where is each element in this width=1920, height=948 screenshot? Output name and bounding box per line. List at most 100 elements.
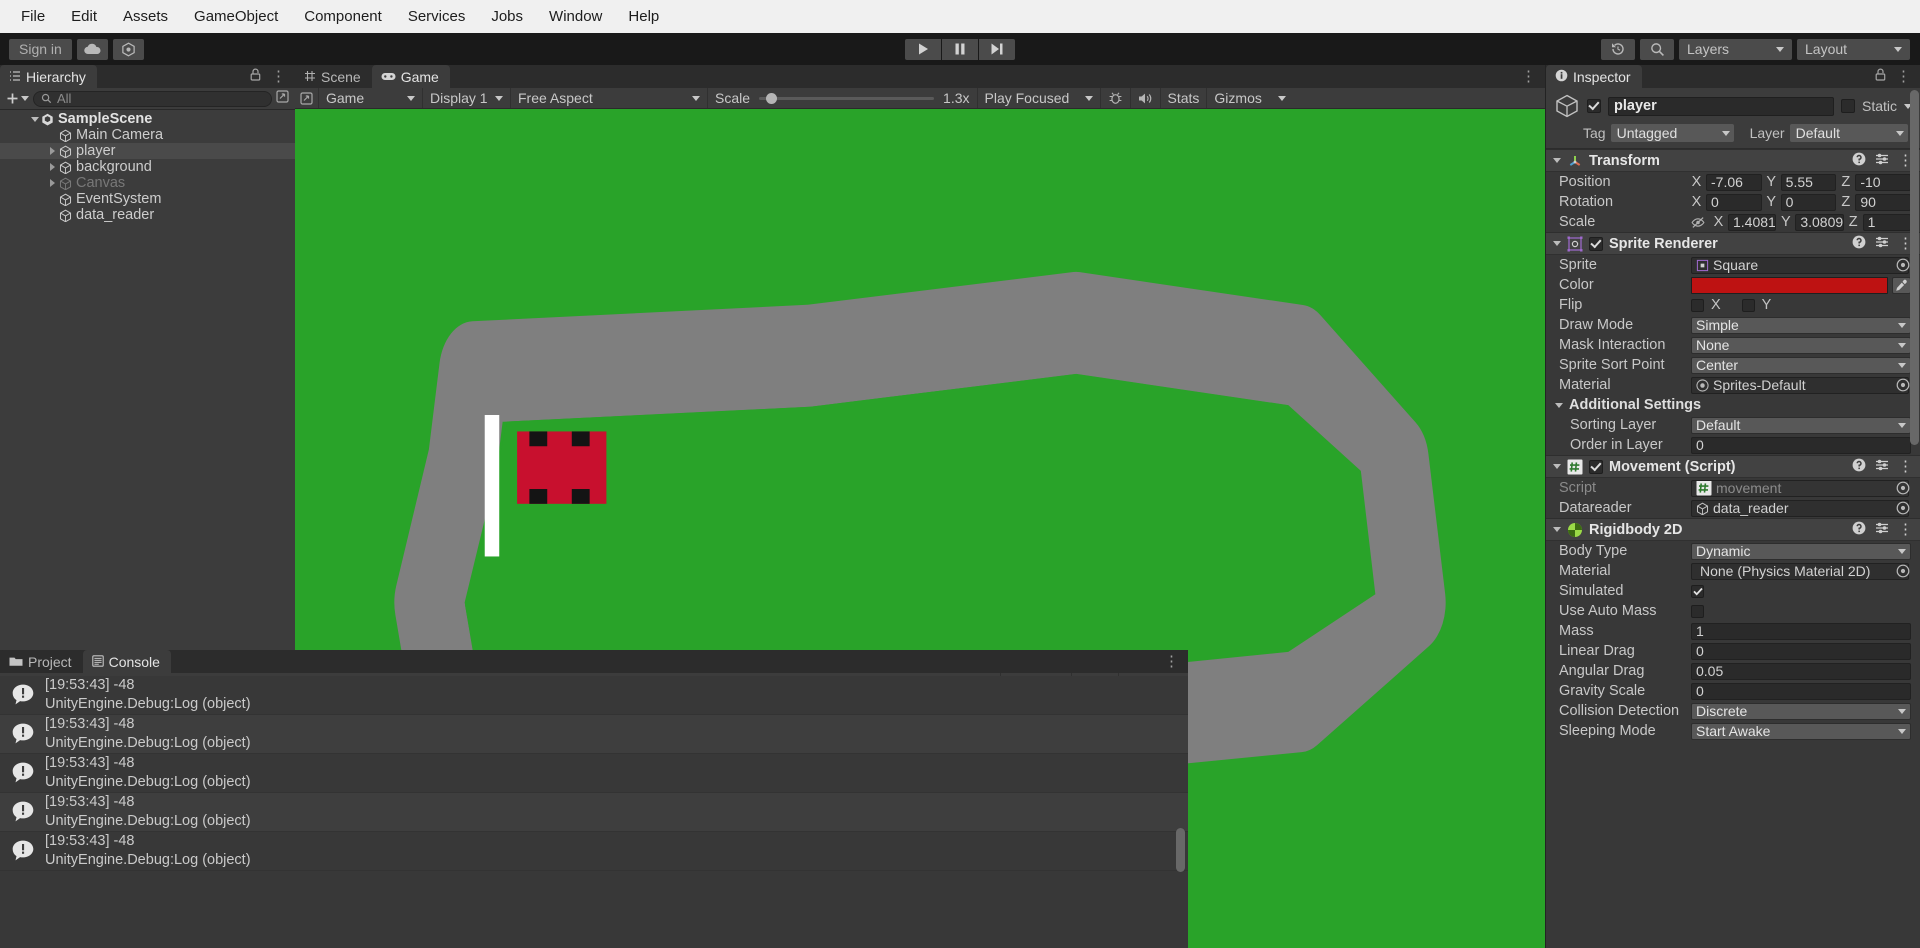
property-text-field[interactable]: 0.05 <box>1691 663 1911 680</box>
property-text-field[interactable]: 0 <box>1691 643 1911 660</box>
flip-y-checkbox[interactable] <box>1742 299 1755 312</box>
component-enabled-checkbox[interactable] <box>1589 237 1603 251</box>
help-icon[interactable] <box>1852 152 1866 170</box>
hierarchy-search-input[interactable]: All <box>33 91 272 107</box>
lock-icon[interactable] <box>250 68 261 85</box>
object-field[interactable]: Sprites-Default <box>1691 377 1909 394</box>
section-header-additional-settings[interactable]: Additional Settings <box>1546 395 1920 415</box>
object-picker-icon[interactable] <box>1894 480 1911 497</box>
chevron-down-icon[interactable] <box>28 117 41 122</box>
eyedropper-icon[interactable] <box>1892 277 1911 294</box>
panel-menu-icon[interactable]: ⋮ <box>1896 72 1911 81</box>
property-dropdown[interactable]: Center <box>1691 357 1911 374</box>
aspect-ratio-dropdown[interactable]: Free Aspect <box>511 88 708 108</box>
panel-menu-icon[interactable]: ⋮ <box>1164 657 1179 666</box>
console-log-entry[interactable]: [19:53:43] -48UnityEngine.Debug:Log (obj… <box>0 754 1188 793</box>
inspector-scrollbar[interactable] <box>1910 90 1919 445</box>
object-picker-icon[interactable] <box>1894 500 1911 517</box>
preset-icon[interactable] <box>1875 152 1889 170</box>
component-header[interactable]: Sprite Renderer⋮ <box>1546 232 1920 255</box>
field-y[interactable]: 5.55 <box>1781 174 1837 191</box>
property-dropdown[interactable]: Dynamic <box>1691 543 1911 560</box>
console-scrollbar[interactable] <box>1176 828 1185 872</box>
chevron-right-icon[interactable] <box>46 179 59 187</box>
field-y[interactable]: 3.08095 <box>1795 214 1843 231</box>
menu-item-gameobject[interactable]: GameObject <box>181 0 291 33</box>
object-picker-icon[interactable] <box>1894 377 1911 394</box>
field-x[interactable]: -7.06 <box>1706 174 1762 191</box>
search-icon[interactable] <box>1640 39 1674 60</box>
console-log-entry[interactable]: [19:53:43] -48UnityEngine.Debug:Log (obj… <box>0 793 1188 832</box>
cloud-icon[interactable] <box>77 39 108 60</box>
field-y[interactable]: 0 <box>1781 194 1837 211</box>
sign-in-button[interactable]: Sign in <box>9 39 72 60</box>
object-picker-icon[interactable] <box>1894 257 1911 274</box>
chevron-right-icon[interactable] <box>46 163 59 171</box>
property-dropdown[interactable]: Default <box>1691 417 1911 434</box>
field-z[interactable]: -10 <box>1855 174 1911 191</box>
mute-audio-icon[interactable] <box>1131 88 1161 108</box>
menu-item-services[interactable]: Services <box>395 0 479 33</box>
property-checkbox[interactable] <box>1691 585 1704 598</box>
preset-icon[interactable] <box>1875 458 1889 476</box>
maximize-on-play-toggle[interactable] <box>295 88 319 108</box>
panel-menu-icon[interactable]: ⋮ <box>1521 72 1536 81</box>
console-log-entry[interactable]: [19:53:43] -48UnityEngine.Debug:Log (obj… <box>0 676 1188 715</box>
game-mode-dropdown[interactable]: Game <box>319 88 423 108</box>
gameobject-name-input[interactable]: player <box>1608 97 1834 116</box>
tab-inspector[interactable]: Inspector <box>1546 65 1642 88</box>
component-header[interactable]: Transform⋮ <box>1546 149 1920 172</box>
field-x[interactable]: 0 <box>1706 194 1762 211</box>
object-field[interactable]: None (Physics Material 2D) <box>1691 563 1909 580</box>
menu-item-assets[interactable]: Assets <box>110 0 181 33</box>
menu-item-file[interactable]: File <box>8 0 58 33</box>
scale-slider-track[interactable] <box>759 97 934 100</box>
component-enabled-checkbox[interactable] <box>1589 460 1603 474</box>
property-text-field[interactable]: 1 <box>1691 623 1911 640</box>
property-dropdown[interactable]: None <box>1691 337 1911 354</box>
component-menu-icon[interactable]: ⋮ <box>1898 462 1913 471</box>
unity-services-icon[interactable] <box>113 39 144 60</box>
property-checkbox[interactable] <box>1691 605 1704 618</box>
flip-x-checkbox[interactable] <box>1691 299 1704 312</box>
property-text-field[interactable]: 0 <box>1691 437 1911 454</box>
tab-scene[interactable]: Scene <box>295 65 372 88</box>
lock-icon[interactable] <box>1875 68 1886 85</box>
menu-item-component[interactable]: Component <box>291 0 395 33</box>
step-button[interactable] <box>979 39 1015 60</box>
object-field[interactable]: Square <box>1691 257 1909 274</box>
component-header[interactable]: Rigidbody 2D⋮ <box>1546 518 1920 541</box>
property-dropdown[interactable]: Discrete <box>1691 703 1911 720</box>
play-mode-dropdown[interactable]: Play Focused <box>978 88 1101 108</box>
component-menu-icon[interactable]: ⋮ <box>1898 525 1913 534</box>
panel-menu-icon[interactable]: ⋮ <box>271 72 286 81</box>
layout-dropdown[interactable]: Layout <box>1797 39 1910 60</box>
object-field[interactable]: data_reader <box>1691 500 1909 517</box>
menu-item-jobs[interactable]: Jobs <box>478 0 536 33</box>
menu-item-edit[interactable]: Edit <box>58 0 110 33</box>
property-dropdown[interactable]: Simple <box>1691 317 1911 334</box>
chevron-down-icon[interactable] <box>1553 464 1561 469</box>
tab-hierarchy[interactable]: Hierarchy <box>0 65 97 88</box>
property-dropdown[interactable]: Start Awake <box>1691 723 1911 740</box>
preset-icon[interactable] <box>1875 235 1889 253</box>
hierarchy-item-main-camera[interactable]: Main Camera <box>0 127 295 143</box>
hierarchy-filter-icon[interactable] <box>276 90 289 107</box>
hierarchy-item-samplescene[interactable]: SampleScene <box>0 111 295 127</box>
menu-item-window[interactable]: Window <box>536 0 615 33</box>
tab-game[interactable]: Game <box>372 65 450 88</box>
scale-lock-icon[interactable] <box>1691 216 1705 229</box>
console-log-list[interactable]: [19:53:43] -48UnityEngine.Debug:Log (obj… <box>0 676 1188 948</box>
play-button[interactable] <box>905 39 941 60</box>
pause-button[interactable] <box>942 39 978 60</box>
tag-dropdown[interactable]: Untagged <box>1611 124 1734 142</box>
debug-icon[interactable] <box>1101 88 1131 108</box>
console-log-entry[interactable]: [19:53:43] -48UnityEngine.Debug:Log (obj… <box>0 715 1188 754</box>
hierarchy-item-eventsystem[interactable]: EventSystem <box>0 191 295 207</box>
chevron-down-icon[interactable] <box>1553 158 1561 163</box>
hierarchy-item-canvas[interactable]: Canvas <box>0 175 295 191</box>
hierarchy-item-background[interactable]: background <box>0 159 295 175</box>
field-z[interactable]: 90 <box>1855 194 1911 211</box>
help-icon[interactable] <box>1852 458 1866 476</box>
tab-console[interactable]: Console <box>83 650 171 673</box>
